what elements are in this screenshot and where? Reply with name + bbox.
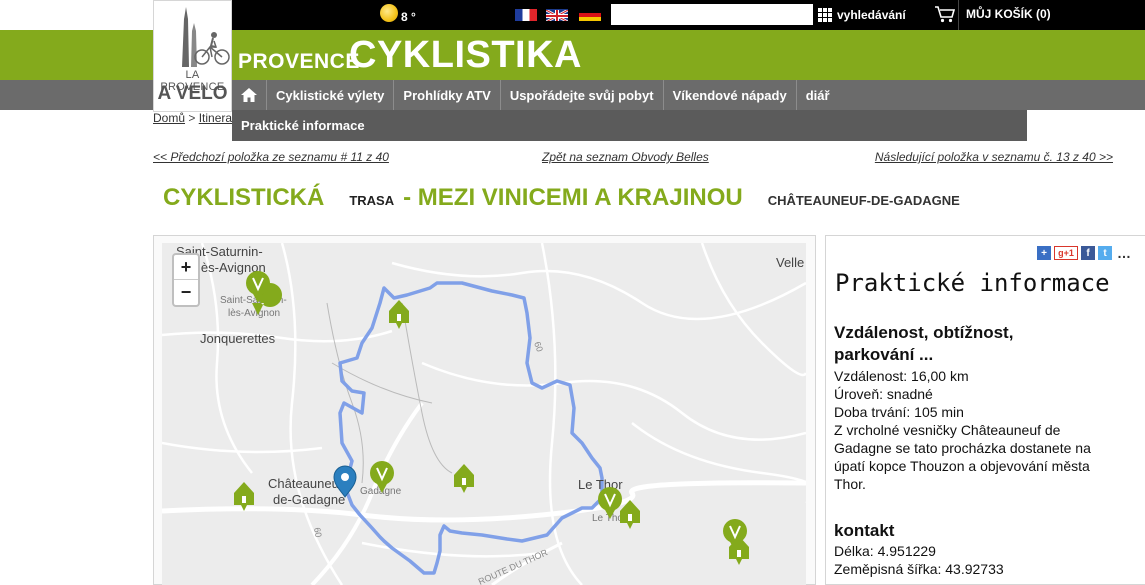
- nav-weekend-ideas[interactable]: Víkendové nápady: [664, 80, 797, 110]
- breadcrumb-separator: >: [188, 111, 196, 125]
- nav-cycling-trips[interactable]: Cyklistické výlety: [267, 80, 395, 110]
- brand-prefix: PROVENCE: [238, 50, 360, 73]
- title-route-word: TRASA: [349, 193, 395, 208]
- difficulty-value: Úroveň: snadné: [834, 386, 933, 402]
- latitude-value: Zeměpisná šířka: 43.92733: [834, 561, 1004, 577]
- nav-atv-tours[interactable]: Prohlídky ATV: [394, 80, 501, 110]
- zoom-control: + −: [172, 253, 200, 307]
- sun-icon: [380, 4, 398, 22]
- map-label-velle: Velle: [776, 255, 804, 270]
- google-plus-icon[interactable]: g+1: [1054, 246, 1078, 260]
- contact-section-title: kontakt: [834, 521, 895, 540]
- nav-dropdown-practical-info[interactable]: Praktické informace: [241, 118, 365, 133]
- divider: [958, 0, 959, 30]
- map-road-60-b: 60: [312, 527, 324, 539]
- longitude-value: Délka: 4.951229: [834, 543, 936, 559]
- map-label-saint-saturnin-small-2: lès-Avignon: [228, 308, 280, 319]
- grid-icon: [818, 7, 833, 23]
- breadcrumb-current[interactable]: Itinera: [199, 111, 232, 125]
- main-nav: Cyklistické výlety Prohlídky ATV Uspořád…: [232, 80, 839, 110]
- duration-value: Doba trvání: 105 min: [834, 404, 964, 420]
- brand-title: CYKLISTIKA: [349, 34, 582, 76]
- back-to-list-link[interactable]: Zpět na seznam Obvody Belles: [542, 150, 709, 164]
- logo-tower-cyclist-icon: [182, 7, 230, 67]
- title-location: CHÂTEAUNEUF-DE-GADAGNE: [767, 193, 960, 208]
- search-button[interactable]: vyhledávání: [818, 5, 906, 25]
- cart-label: MŮJ KOŠÍK (0): [966, 7, 1051, 21]
- title-subtitle: - MEZI VINICEMI A KRAJINOU: [403, 184, 743, 211]
- practical-info-panel: + g+1 f t … Praktické informace Vzdáleno…: [825, 235, 1145, 585]
- nav-plan-stay[interactable]: Uspořádejte svůj pobyt: [501, 80, 664, 110]
- more-share-icon[interactable]: …: [1115, 245, 1133, 261]
- page-title: CYKLISTICKÁ TRASA - MEZI VINICEMI A KRAJ…: [163, 184, 960, 220]
- nav-home[interactable]: [232, 80, 267, 110]
- breadcrumb-home[interactable]: Domů: [153, 111, 185, 125]
- breadcrumb: Domů > Itinera: [153, 111, 232, 125]
- panel-title: Praktické informace: [835, 269, 1110, 297]
- logo-text-bottom: A VELO: [157, 83, 228, 104]
- nav-dropdown: Praktické informace: [232, 110, 1027, 141]
- zoom-out-button[interactable]: −: [174, 280, 198, 305]
- search-input[interactable]: [611, 4, 813, 25]
- share-plus-icon[interactable]: +: [1037, 246, 1051, 260]
- share-bar: + g+1 f t …: [1037, 245, 1133, 261]
- distance-section-title: Vzdálenost, obtížnost, parkování ...: [834, 323, 1014, 364]
- german-flag-icon[interactable]: [579, 9, 601, 21]
- cart-button[interactable]: MŮJ KOŠÍK (0): [934, 3, 1051, 25]
- title-main: CYKLISTICKÁ: [163, 184, 325, 211]
- weather-widget: 8 °: [378, 3, 438, 27]
- nav-agenda[interactable]: diář: [797, 80, 839, 110]
- french-flag-icon[interactable]: [515, 9, 537, 21]
- distance-value: Vzdálenost: 16,00 km: [834, 368, 969, 384]
- next-item-link[interactable]: Následující položka v seznamu č. 13 z 40…: [875, 150, 1113, 164]
- site-logo[interactable]: LA PROVENCE A VELO: [153, 0, 232, 112]
- twitter-icon[interactable]: t: [1098, 246, 1112, 260]
- search-button-label: vyhledávání: [837, 8, 906, 22]
- zoom-in-button[interactable]: +: [174, 255, 198, 280]
- route-description: Z vrcholné vesničky Châteauneuf de Gadag…: [834, 422, 1091, 492]
- route-map[interactable]: Saint-Saturnin- lès-Avignon Saint-Saturn…: [162, 243, 806, 585]
- distance-section-body: Vzdálenost: 16,00 km Úroveň: snadné Doba…: [834, 367, 1109, 493]
- facebook-icon[interactable]: f: [1081, 246, 1095, 260]
- contact-section-body: Délka: 4.951229 Zeměpisná šířka: 43.9273…: [834, 542, 1004, 578]
- cart-icon: [935, 6, 956, 23]
- previous-item-link[interactable]: << Předchozí položka ze seznamu # 11 z 4…: [153, 150, 389, 164]
- map-label-chateauneuf-2: de-Gadagne: [273, 492, 345, 507]
- uk-flag-icon[interactable]: [546, 9, 568, 21]
- map-label-jonquerettes: Jonquerettes: [200, 331, 276, 346]
- temperature: 8 °: [401, 10, 416, 24]
- home-icon: [241, 88, 257, 102]
